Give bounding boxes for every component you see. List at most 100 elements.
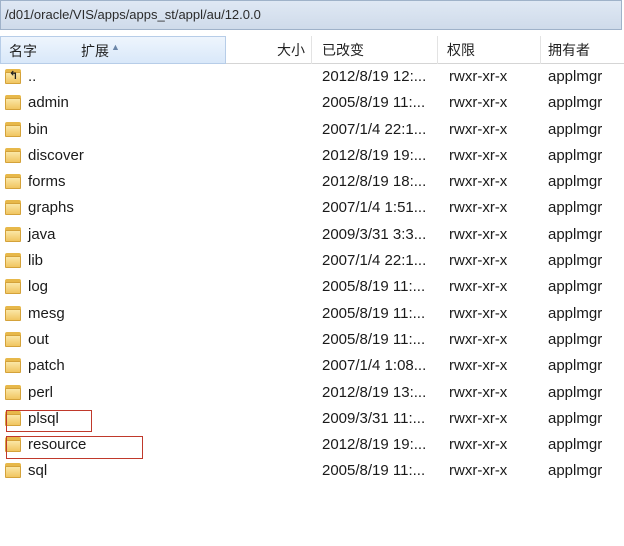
file-row[interactable]: bin 2007/1/4 22:1... rwxr-xr-x applmgr: [0, 117, 624, 143]
file-owner: applmgr: [548, 120, 603, 138]
file-name: patch: [28, 357, 65, 375]
folder-icon: [5, 384, 21, 400]
sort-ascending-icon: ▲: [111, 42, 120, 52]
file-owner: applmgr: [548, 409, 603, 427]
file-row[interactable]: mesg 2005/8/19 11:... rwxr-xr-x applmgr: [0, 301, 624, 327]
column-size-label: 大小: [277, 42, 305, 58]
file-owner: applmgr: [548, 357, 603, 375]
file-permissions: rwxr-xr-x: [449, 146, 508, 164]
file-permissions: rwxr-xr-x: [449, 409, 508, 427]
column-header-size[interactable]: 大小: [226, 36, 312, 64]
file-modified: 2012/8/19 19:...: [322, 436, 427, 454]
file-permissions: rwxr-xr-x: [449, 225, 508, 243]
file-name: out: [28, 330, 49, 348]
folder-icon: [5, 121, 21, 137]
file-permissions: rwxr-xr-x: [449, 199, 508, 217]
column-permissions-label: 权限: [447, 42, 475, 58]
file-name: java: [28, 225, 56, 243]
folder-icon: [5, 226, 21, 242]
folder-icon: [5, 358, 21, 374]
file-row[interactable]: java 2009/3/31 3:3... rwxr-xr-x applmgr: [0, 222, 624, 248]
file-modified: 2005/8/19 11:...: [322, 278, 426, 296]
highlight-box-plsql: [6, 410, 92, 432]
file-owner: applmgr: [548, 436, 603, 454]
file-modified: 2009/3/31 3:3...: [322, 225, 427, 243]
file-owner: applmgr: [548, 278, 603, 296]
file-row[interactable]: lib 2007/1/4 22:1... rwxr-xr-x applmgr: [0, 248, 624, 274]
folder-icon: [5, 174, 21, 190]
folder-icon: [5, 147, 21, 163]
file-row[interactable]: perl 2012/8/19 13:... rwxr-xr-x applmgr: [0, 380, 624, 406]
file-owner: applmgr: [548, 330, 603, 348]
column-ext-label[interactable]: 扩展: [81, 37, 109, 65]
file-row[interactable]: ↰.. 2012/8/19 12:... rwxr-xr-x applmgr: [0, 64, 624, 90]
file-owner: applmgr: [548, 252, 603, 270]
file-name: lib: [28, 252, 44, 270]
file-modified: 2007/1/4 22:1...: [322, 120, 427, 138]
file-permissions: rwxr-xr-x: [449, 252, 508, 270]
file-modified: 2005/8/19 11:...: [322, 462, 426, 480]
file-row[interactable]: admin 2005/8/19 11:... rwxr-xr-x applmgr: [0, 90, 624, 116]
file-owner: applmgr: [548, 173, 603, 191]
file-modified: 2007/1/4 22:1...: [322, 252, 427, 270]
folder-icon: [5, 305, 21, 321]
file-permissions: rwxr-xr-x: [449, 278, 508, 296]
file-row[interactable]: sql 2005/8/19 11:... rwxr-xr-x applmgr: [0, 458, 624, 484]
folder-up-icon: ↰: [5, 69, 21, 84]
column-modified-label: 已改变: [322, 42, 364, 58]
file-name: sql: [28, 462, 48, 480]
file-permissions: rwxr-xr-x: [449, 68, 508, 85]
file-owner: applmgr: [548, 94, 603, 112]
column-header-permissions[interactable]: 权限: [447, 36, 541, 64]
highlight-box-resource: [6, 436, 143, 459]
file-list: ↰.. 2012/8/19 12:... rwxr-xr-x applmgr admin…: [0, 64, 624, 485]
file-permissions: rwxr-xr-x: [449, 330, 508, 348]
file-permissions: rwxr-xr-x: [449, 304, 508, 322]
file-modified: 2005/8/19 11:...: [322, 330, 426, 348]
file-modified: 2012/8/19 18:...: [322, 173, 427, 191]
folder-icon: [5, 253, 21, 269]
file-modified: 2005/8/19 11:...: [322, 94, 426, 112]
file-owner: applmgr: [548, 225, 603, 243]
file-name: ..: [28, 68, 37, 85]
folder-icon: [5, 95, 21, 111]
file-permissions: rwxr-xr-x: [449, 94, 508, 112]
file-row[interactable]: log 2005/8/19 11:... rwxr-xr-x applmgr: [0, 274, 624, 300]
file-name: admin: [28, 94, 69, 112]
folder-icon: [5, 279, 21, 295]
file-owner: applmgr: [548, 462, 603, 480]
file-permissions: rwxr-xr-x: [449, 357, 508, 375]
file-row[interactable]: graphs 2007/1/4 1:51... rwxr-xr-x applmgr: [0, 195, 624, 221]
file-row[interactable]: discover 2012/8/19 19:... rwxr-xr-x applmgr: [0, 143, 624, 169]
file-owner: applmgr: [548, 304, 603, 322]
file-row[interactable]: plsql 2009/3/31 11:... rwxr-xr-x applmgr: [0, 406, 624, 432]
column-owner-label: 拥有者: [548, 42, 590, 58]
column-header: 名字 扩展 ▲ 大小 已改变 权限 拥有者: [0, 36, 624, 64]
file-row[interactable]: out 2005/8/19 11:... rwxr-xr-x applmgr: [0, 327, 624, 353]
file-permissions: rwxr-xr-x: [449, 173, 508, 191]
file-name: mesg: [28, 304, 65, 322]
file-name: discover: [28, 146, 84, 164]
path-text: /d01/oracle/VIS/apps/apps_st/appl/au/12.…: [5, 7, 261, 22]
column-header-modified[interactable]: 已改变: [318, 36, 438, 64]
column-header-owner[interactable]: 拥有者: [548, 36, 624, 64]
file-name: bin: [28, 120, 49, 138]
file-modified: 2007/1/4 1:51...: [322, 199, 427, 217]
file-modified: 2012/8/19 12:...: [322, 68, 427, 85]
file-owner: applmgr: [548, 383, 603, 401]
file-modified: 2005/8/19 11:...: [322, 304, 426, 322]
folder-icon: [5, 331, 21, 347]
file-owner: applmgr: [548, 199, 603, 217]
file-modified: 2012/8/19 19:...: [322, 146, 427, 164]
folder-icon: [5, 463, 21, 479]
file-row[interactable]: patch 2007/1/4 1:08... rwxr-xr-x applmgr: [0, 353, 624, 379]
path-bar[interactable]: /d01/oracle/VIS/apps/apps_st/appl/au/12.…: [0, 0, 622, 30]
folder-icon: [5, 200, 21, 216]
file-permissions: rwxr-xr-x: [449, 120, 508, 138]
column-header-name[interactable]: 名字 扩展 ▲: [0, 36, 226, 64]
file-modified: 2007/1/4 1:08...: [322, 357, 427, 375]
file-row[interactable]: forms 2012/8/19 18:... rwxr-xr-x applmgr: [0, 169, 624, 195]
file-owner: applmgr: [548, 68, 603, 85]
file-modified: 2009/3/31 11:...: [322, 409, 426, 427]
file-permissions: rwxr-xr-x: [449, 383, 508, 401]
